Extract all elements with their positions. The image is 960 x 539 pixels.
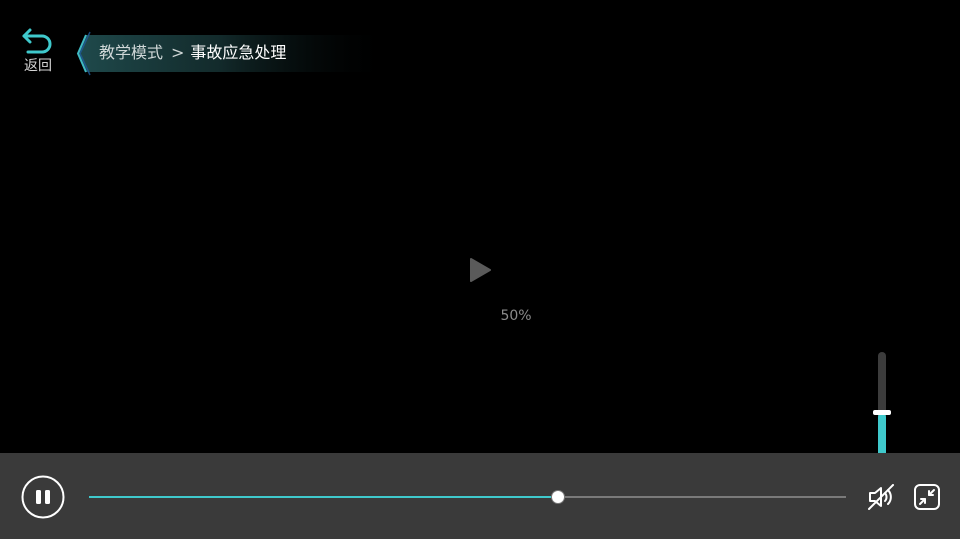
play-icon[interactable] [469, 258, 491, 282]
undo-arrow-icon [22, 28, 52, 54]
breadcrumb-parent[interactable]: 教学模式 [99, 43, 163, 62]
exit-fullscreen-icon[interactable] [914, 484, 940, 510]
progress-thumb[interactable] [552, 491, 565, 503]
back-label: 返回 [24, 58, 52, 74]
volume-handle[interactable] [873, 410, 891, 415]
control-bar [0, 453, 960, 539]
breadcrumb: 教学模式 > 事故应急处理 [72, 31, 392, 76]
breadcrumb-current: 事故应急处理 [190, 43, 287, 62]
loading-percent: 50% [500, 308, 532, 324]
pause-icon[interactable] [21, 475, 65, 519]
volume-muted-icon[interactable] [867, 484, 895, 510]
progress-bar[interactable] [89, 491, 846, 503]
progress-fill [89, 496, 559, 498]
back-button[interactable]: 返回 [18, 26, 58, 74]
breadcrumb-separator: > [171, 43, 185, 62]
